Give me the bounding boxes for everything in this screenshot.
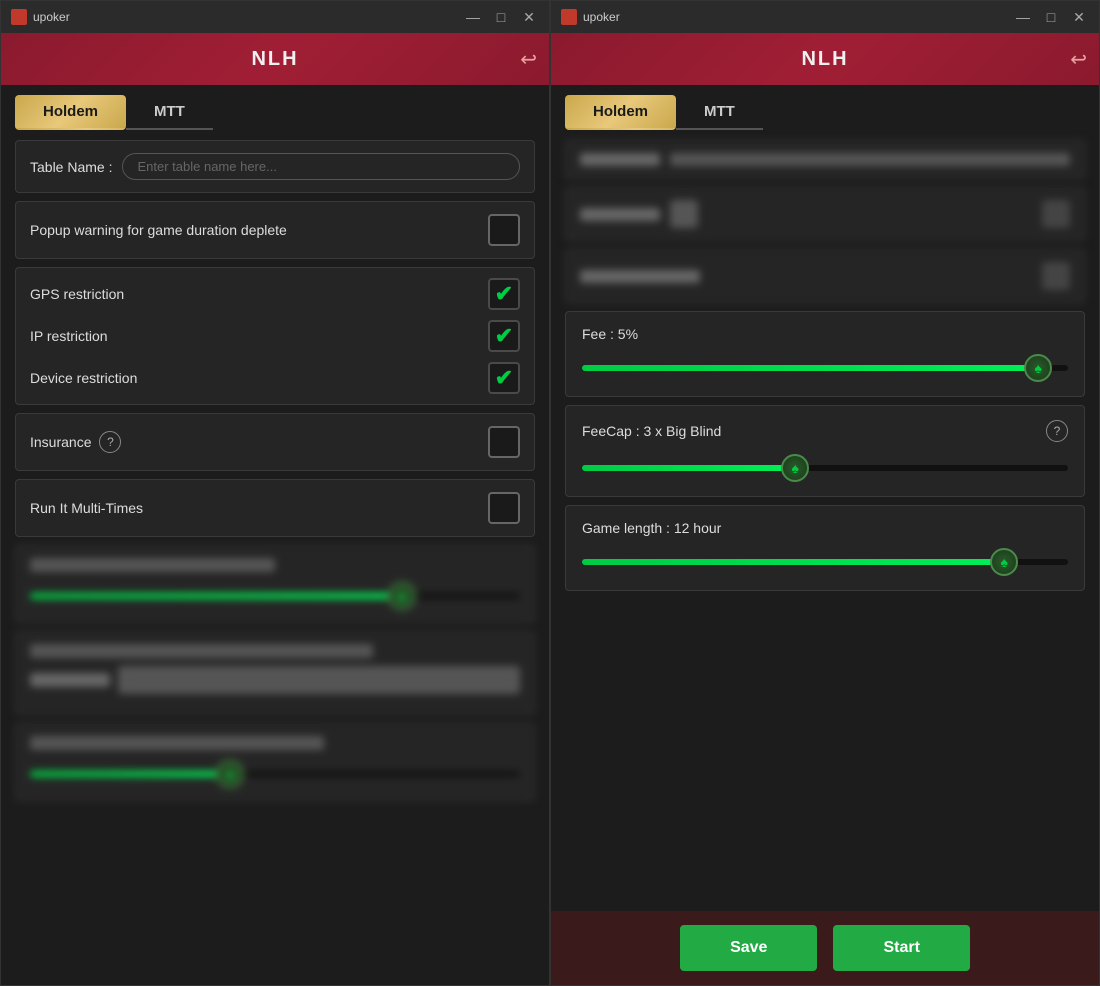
tab-mtt-right[interactable]: MTT xyxy=(676,95,763,130)
ip-restriction-label: IP restriction xyxy=(30,328,108,344)
left-titlebar: upoker — □ ✕ xyxy=(1,1,549,33)
right-window-controls: — □ ✕ xyxy=(1013,10,1089,24)
feecap-slider-thumb[interactable]: ♠ xyxy=(781,454,809,482)
right-app-header: NLH ↩ xyxy=(551,33,1099,85)
feecap-label-row: FeeCap : 3 x Big Blind ? xyxy=(582,420,1068,442)
window-controls: — □ ✕ xyxy=(463,10,539,24)
maximize-button[interactable]: □ xyxy=(491,10,511,24)
blurred-slider-3: ♠ xyxy=(15,723,535,801)
insurance-row: Insurance ? xyxy=(15,413,535,471)
thumb-spade-1: ♠ xyxy=(398,588,405,604)
insurance-checkbox[interactable] xyxy=(488,426,520,458)
right-tabs-row: Holdem MTT xyxy=(551,85,1099,130)
insurance-label-text: Insurance xyxy=(30,434,91,450)
insurance-help-badge[interactable]: ? xyxy=(99,431,121,453)
feecap-slider-track: ♠ xyxy=(582,465,1068,471)
device-restriction-checkbox[interactable]: ✔ xyxy=(488,362,520,394)
right-content-area: Fee : 5% ♠ FeeCap : 3 x Big Blind ? xyxy=(551,130,1099,911)
fee-slider-section: Fee : 5% ♠ xyxy=(565,311,1085,397)
table-name-row: Table Name : xyxy=(15,140,535,193)
right-back-button[interactable]: ↩ xyxy=(1070,47,1087,72)
popup-warning-row: Popup warning for game duration deplete xyxy=(15,201,535,259)
game-length-slider-fill xyxy=(582,559,1000,565)
start-button[interactable]: Start xyxy=(833,925,969,971)
run-it-checkbox[interactable] xyxy=(488,492,520,524)
device-restriction-label: Device restriction xyxy=(30,370,137,386)
tab-holdem-right[interactable]: Holdem xyxy=(565,95,676,130)
feecap-spade-icon: ♠ xyxy=(792,460,799,476)
close-button[interactable]: ✕ xyxy=(519,10,539,24)
ip-restriction-row: IP restriction ✔ xyxy=(30,320,520,352)
restriction-group: GPS restriction ✔ IP restriction ✔ Devic… xyxy=(15,267,535,405)
right-blurred-row-3 xyxy=(565,249,1085,303)
fee-slider[interactable]: ♠ xyxy=(582,354,1068,382)
left-content-area: Table Name : Popup warning for game dura… xyxy=(1,130,549,985)
game-length-label-row: Game length : 12 hour xyxy=(582,520,1068,536)
tab-holdem-left[interactable]: Holdem xyxy=(15,95,126,130)
blurred-slider-1: ♠ xyxy=(15,545,535,623)
right-titlebar: upoker — □ ✕ xyxy=(551,1,1099,33)
save-button[interactable]: Save xyxy=(680,925,817,971)
game-length-label: Game length : 12 hour xyxy=(582,520,721,536)
left-app-header: NLH ↩ xyxy=(1,33,549,85)
right-blurred-row-1 xyxy=(565,140,1085,179)
app-icon xyxy=(11,9,27,25)
feecap-help-badge[interactable]: ? xyxy=(1046,420,1068,442)
run-it-row: Run It Multi-Times xyxy=(15,479,535,537)
left-tabs-row: Holdem MTT xyxy=(1,85,549,130)
fee-spade-icon: ♠ xyxy=(1035,360,1042,376)
thumb-spade-3: ♠ xyxy=(226,766,233,782)
feecap-slider-fill xyxy=(582,465,791,471)
table-name-input[interactable] xyxy=(122,153,520,180)
insurance-label-group: Insurance ? xyxy=(30,431,121,453)
right-close-button[interactable]: ✕ xyxy=(1069,10,1089,24)
blurred-slider-2 xyxy=(15,631,535,715)
gps-restriction-label: GPS restriction xyxy=(30,286,124,302)
game-length-slider-section: Game length : 12 hour ♠ xyxy=(565,505,1085,591)
fee-slider-thumb[interactable]: ♠ xyxy=(1024,354,1052,382)
table-name-label: Table Name : xyxy=(30,159,112,175)
check-icon-2: ✔ xyxy=(495,323,513,349)
game-length-slider-track: ♠ xyxy=(582,559,1068,565)
fee-label-row: Fee : 5% xyxy=(582,326,1068,342)
right-header-title: NLH xyxy=(801,48,848,71)
tab-mtt-left[interactable]: MTT xyxy=(126,95,213,130)
footer-buttons: Save Start xyxy=(551,911,1099,985)
right-app-icon xyxy=(561,9,577,25)
left-app-name: upoker xyxy=(33,10,463,24)
feecap-slider-section: FeeCap : 3 x Big Blind ? ♠ xyxy=(565,405,1085,497)
popup-warning-label: Popup warning for game duration deplete xyxy=(30,222,287,238)
check-icon: ✔ xyxy=(495,281,513,307)
right-app-name: upoker xyxy=(583,10,1013,24)
game-length-slider[interactable]: ♠ xyxy=(582,548,1068,576)
right-maximize-button[interactable]: □ xyxy=(1041,10,1061,24)
fee-slider-track: ♠ xyxy=(582,365,1068,371)
left-back-button[interactable]: ↩ xyxy=(520,47,537,72)
left-window: upoker — □ ✕ NLH ↩ Holdem MTT Table Name… xyxy=(0,0,550,986)
device-restriction-row: Device restriction ✔ xyxy=(30,362,520,394)
left-header-title: NLH xyxy=(251,48,298,71)
right-minimize-button[interactable]: — xyxy=(1013,10,1033,24)
fee-label: Fee : 5% xyxy=(582,326,638,342)
ip-restriction-checkbox[interactable]: ✔ xyxy=(488,320,520,352)
feecap-label: FeeCap : 3 x Big Blind xyxy=(582,423,721,439)
game-length-spade-icon: ♠ xyxy=(1001,554,1008,570)
right-window: upoker — □ ✕ NLH ↩ Holdem MTT xyxy=(550,0,1100,986)
gps-restriction-row: GPS restriction ✔ xyxy=(30,278,520,310)
gps-restriction-checkbox[interactable]: ✔ xyxy=(488,278,520,310)
game-length-slider-thumb[interactable]: ♠ xyxy=(990,548,1018,576)
fee-slider-fill xyxy=(582,365,1034,371)
run-it-label: Run It Multi-Times xyxy=(30,500,143,516)
feecap-slider[interactable]: ♠ xyxy=(582,454,1068,482)
check-icon-3: ✔ xyxy=(495,365,513,391)
popup-warning-checkbox[interactable] xyxy=(488,214,520,246)
right-blurred-row-2 xyxy=(565,187,1085,241)
minimize-button[interactable]: — xyxy=(463,10,483,24)
